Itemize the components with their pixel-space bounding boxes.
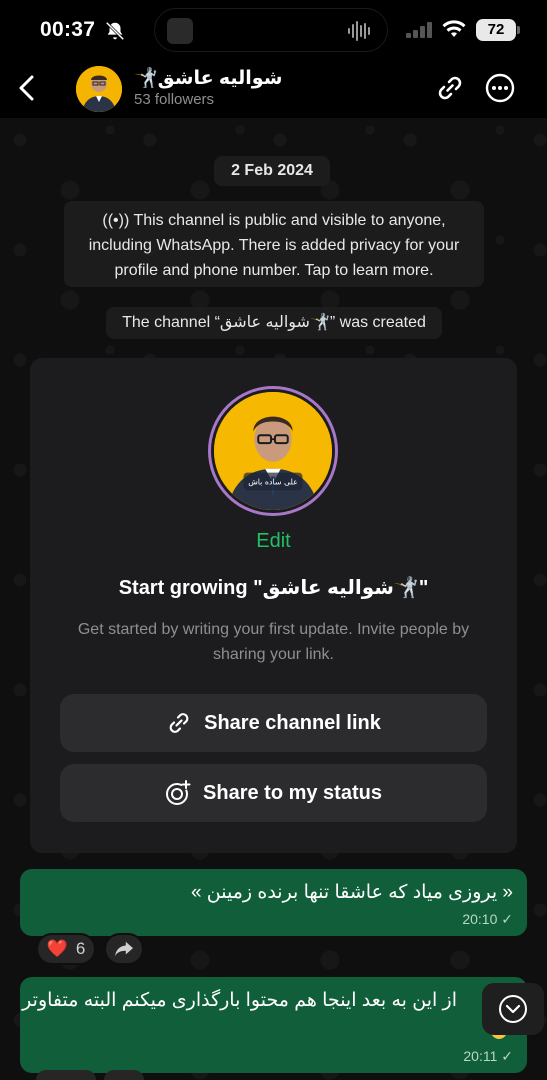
more-options-icon[interactable] xyxy=(484,72,516,104)
message-time: 20:11 ✓ xyxy=(463,1048,513,1064)
wifi-icon xyxy=(442,20,466,37)
start-growing-description: Get started by writing your first update… xyxy=(77,621,470,663)
cellular-signal-icon xyxy=(406,22,432,38)
scroll-to-bottom-button[interactable] xyxy=(482,983,544,1035)
channel-message[interactable]: از این به بعد اینجا هم محتوا بارگذاری می… xyxy=(20,977,527,1073)
profile-picture: علی ساده باش xyxy=(214,392,332,510)
channel-message[interactable]: « یروزی میاد که عاشقا تنها برنده زمینن »… xyxy=(20,869,527,936)
reaction-badge[interactable] xyxy=(36,1070,96,1080)
person-photo-icon xyxy=(76,66,122,112)
forward-button[interactable] xyxy=(104,1070,144,1080)
share-to-status-label: Share to my status xyxy=(203,781,382,804)
person-photo-icon: علی ساده باش xyxy=(214,392,332,510)
link-icon[interactable] xyxy=(434,72,466,104)
share-to-status-button[interactable]: Share to my status xyxy=(60,764,487,822)
share-channel-link-label: Share channel link xyxy=(204,711,381,734)
channel-avatar[interactable] xyxy=(76,66,122,112)
chevron-down-icon xyxy=(499,995,527,1023)
start-growing-title: Start growing "شوالیه عاشق🤺" xyxy=(118,577,429,599)
battery-indicator: 72 xyxy=(476,19,520,41)
status-bar: 00:37 72 xyxy=(0,0,547,60)
heart-reaction-icon: ❤️ xyxy=(46,939,68,958)
link-icon xyxy=(169,713,189,733)
forward-icon xyxy=(115,941,133,957)
dynamic-island xyxy=(154,8,388,52)
profile-picture-ring[interactable]: علی ساده باش xyxy=(208,386,338,516)
clock: 00:37 xyxy=(40,18,96,41)
status-add-icon xyxy=(166,780,191,805)
forward-button[interactable] xyxy=(104,933,144,965)
privacy-notice[interactable]: ((•)) This channel is public and visible… xyxy=(64,201,484,287)
message-text: از این به بعد اینجا هم محتوا بارگذاری می… xyxy=(22,990,457,1011)
reaction-badge[interactable]: ❤️ 6 xyxy=(36,933,96,965)
channel-created-notice: The channel “شوالیه عاشق🤺” was created xyxy=(106,307,442,339)
broadcast-icon: ((•)) xyxy=(102,212,130,229)
message-time: 20:10 ✓ xyxy=(462,911,513,927)
audio-wave-icon xyxy=(348,21,370,41)
back-button[interactable] xyxy=(12,72,42,104)
date-separator: 2 Feb 2024 xyxy=(214,156,330,186)
share-channel-link-button[interactable]: Share channel link xyxy=(60,694,487,752)
privacy-notice-text: This channel is public and visible to an… xyxy=(88,212,460,279)
start-growing-card: علی ساده باش Edit Start growing "شوالیه … xyxy=(30,358,517,853)
channel-name[interactable]: شوالیه عاشق🤺 xyxy=(134,66,282,90)
reaction-count: 6 xyxy=(75,939,86,958)
edit-picture-link[interactable]: Edit xyxy=(30,530,517,553)
follower-count: 53 followers xyxy=(134,91,215,108)
bell-off-icon xyxy=(105,21,125,41)
message-text: « یروزی میاد که عاشقا تنها برنده زمینن » xyxy=(190,882,513,903)
app-icon xyxy=(167,18,193,44)
svg-text:علی ساده باش: علی ساده باش xyxy=(248,477,298,486)
chat-header: شوالیه عاشق🤺 53 followers xyxy=(0,60,547,118)
